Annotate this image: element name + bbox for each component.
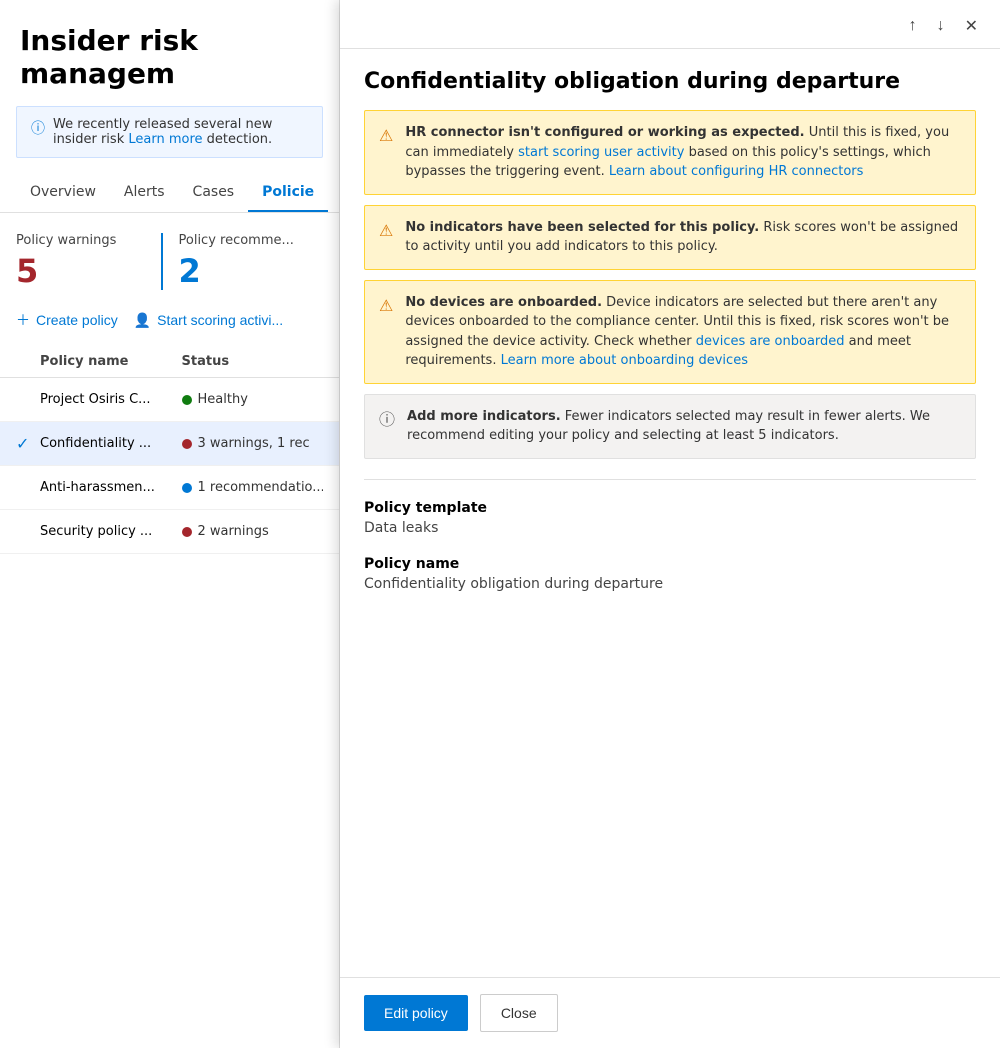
col-policy-name: Policy name xyxy=(40,354,182,369)
status-cell: Healthy xyxy=(182,392,324,407)
learn-onboarding-link[interactable]: Learn more about onboarding devices xyxy=(501,353,748,368)
policy-recommendations-stat: Policy recomme... 2 xyxy=(161,233,324,290)
policy-template-value: Data leaks xyxy=(364,520,976,536)
warning-icon: ⚠ xyxy=(379,219,393,257)
policy-name-label: Policy name xyxy=(364,556,976,572)
start-scoring-button[interactable]: 👤 Start scoring activi... xyxy=(134,312,283,329)
nav-up-button[interactable]: ↑ xyxy=(903,12,923,40)
status-cell: 1 recommendatio... xyxy=(182,480,324,495)
page-title: Insider risk managem xyxy=(0,0,339,106)
info-banner: ⓘ We recently released several new insid… xyxy=(16,106,323,158)
status-text: Healthy xyxy=(198,392,248,407)
info-icon: ⓘ xyxy=(379,408,395,446)
flyout-title: Confidentiality obligation during depart… xyxy=(340,49,1000,110)
policy-name: Project Osiris C... xyxy=(40,392,182,407)
alert-bold: HR connector isn't configured or working… xyxy=(405,125,804,140)
alert-no-devices: ⚠ No devices are onboarded. Device indic… xyxy=(364,280,976,384)
status-text: 2 warnings xyxy=(198,524,269,539)
start-scoring-label: Start scoring activi... xyxy=(157,312,283,328)
flyout-content: ⚠ HR connector isn't configured or worki… xyxy=(340,110,1000,977)
alert-no-indicators: ⚠ No indicators have been selected for t… xyxy=(364,205,976,270)
alert-text: HR connector isn't configured or working… xyxy=(405,123,961,182)
status-cell: 2 warnings xyxy=(182,524,324,539)
policy-warnings-stat: Policy warnings 5 xyxy=(16,233,161,290)
alert-bold: No devices are onboarded. xyxy=(405,295,602,310)
status-dot-red xyxy=(182,439,192,449)
close-flyout-button[interactable]: ✕ xyxy=(959,12,984,40)
start-scoring-link[interactable]: start scoring user activity xyxy=(518,145,684,160)
policy-name-section: Policy name Confidentiality obligation d… xyxy=(364,556,976,592)
stats-row: Policy warnings 5 Policy recomme... 2 xyxy=(0,213,339,310)
policy-row-selected[interactable]: ✓ Confidentiality ... 3 warnings, 1 rec xyxy=(0,422,339,466)
tab-alerts[interactable]: Alerts xyxy=(110,174,179,212)
tab-overview[interactable]: Overview xyxy=(16,174,110,212)
devices-onboarded-link[interactable]: devices are onboarded xyxy=(696,334,845,349)
status-text: 3 warnings, 1 rec xyxy=(198,436,310,451)
edit-policy-button[interactable]: Edit policy xyxy=(364,995,468,1031)
alert-text: No devices are onboarded. Device indicat… xyxy=(405,293,961,371)
flyout-panel: ↑ ↓ ✕ Confidentiality obligation during … xyxy=(340,0,1000,1048)
nav-tabs: Overview Alerts Cases Policie xyxy=(0,174,339,213)
policy-name: Security policy ... xyxy=(40,524,182,539)
policy-recommendations-label: Policy recomme... xyxy=(179,233,308,248)
close-button[interactable]: Close xyxy=(480,994,558,1032)
flyout-header: ↑ ↓ ✕ xyxy=(340,0,1000,49)
policy-name: Confidentiality ... xyxy=(40,436,182,451)
warning-icon: ⚠ xyxy=(379,294,393,371)
policy-warnings-value: 5 xyxy=(16,252,145,290)
policy-row[interactable]: Project Osiris C... Healthy xyxy=(0,378,339,422)
section-divider xyxy=(364,479,976,480)
status-dot-green xyxy=(182,395,192,405)
nav-down-button[interactable]: ↓ xyxy=(931,12,951,40)
create-policy-label: Create policy xyxy=(36,312,118,328)
policy-template-section: Policy template Data leaks xyxy=(364,500,976,536)
status-dot-red xyxy=(182,527,192,537)
create-policy-button[interactable]: ＋ Create policy xyxy=(16,310,118,330)
policy-name: Anti-harassmen... xyxy=(40,480,182,495)
table-header: Policy name Status xyxy=(0,346,339,378)
policy-template-label: Policy template xyxy=(364,500,976,516)
plus-icon: ＋ xyxy=(16,310,30,330)
flyout-footer: Edit policy Close xyxy=(340,977,1000,1048)
alert-text: No indicators have been selected for thi… xyxy=(405,218,961,257)
alert-add-indicators: ⓘ Add more indicators. Fewer indicators … xyxy=(364,394,976,459)
status-dot-blue xyxy=(182,483,192,493)
policy-warnings-label: Policy warnings xyxy=(16,233,145,248)
banner-text: We recently released several new insider… xyxy=(53,117,308,147)
status-cell: 3 warnings, 1 rec xyxy=(182,436,324,451)
policy-name-value: Confidentiality obligation during depart… xyxy=(364,576,976,592)
policy-row[interactable]: Security policy ... 2 warnings xyxy=(0,510,339,554)
col-status: Status xyxy=(182,354,324,369)
alert-hr-connector: ⚠ HR connector isn't configured or worki… xyxy=(364,110,976,195)
alert-bold: No indicators have been selected for thi… xyxy=(405,220,759,235)
warning-icon: ⚠ xyxy=(379,124,393,182)
check-icon: ✓ xyxy=(16,434,29,453)
policy-recommendations-value: 2 xyxy=(179,252,308,290)
alert-text: Add more indicators. Fewer indicators se… xyxy=(407,407,961,446)
alert-bold: Add more indicators. xyxy=(407,409,561,424)
status-text: 1 recommendatio... xyxy=(198,480,324,495)
tab-policies[interactable]: Policie xyxy=(248,174,328,212)
tab-cases[interactable]: Cases xyxy=(179,174,249,212)
learn-hr-connectors-link[interactable]: Learn about configuring HR connectors xyxy=(609,164,864,179)
left-panel: Insider risk managem ⓘ We recently relea… xyxy=(0,0,340,1048)
learn-more-link[interactable]: Learn more xyxy=(128,132,202,147)
person-icon: 👤 xyxy=(134,312,151,329)
actions-row: ＋ Create policy 👤 Start scoring activi..… xyxy=(0,310,339,346)
info-icon: ⓘ xyxy=(31,118,45,138)
policy-row[interactable]: Anti-harassmen... 1 recommendatio... xyxy=(0,466,339,510)
